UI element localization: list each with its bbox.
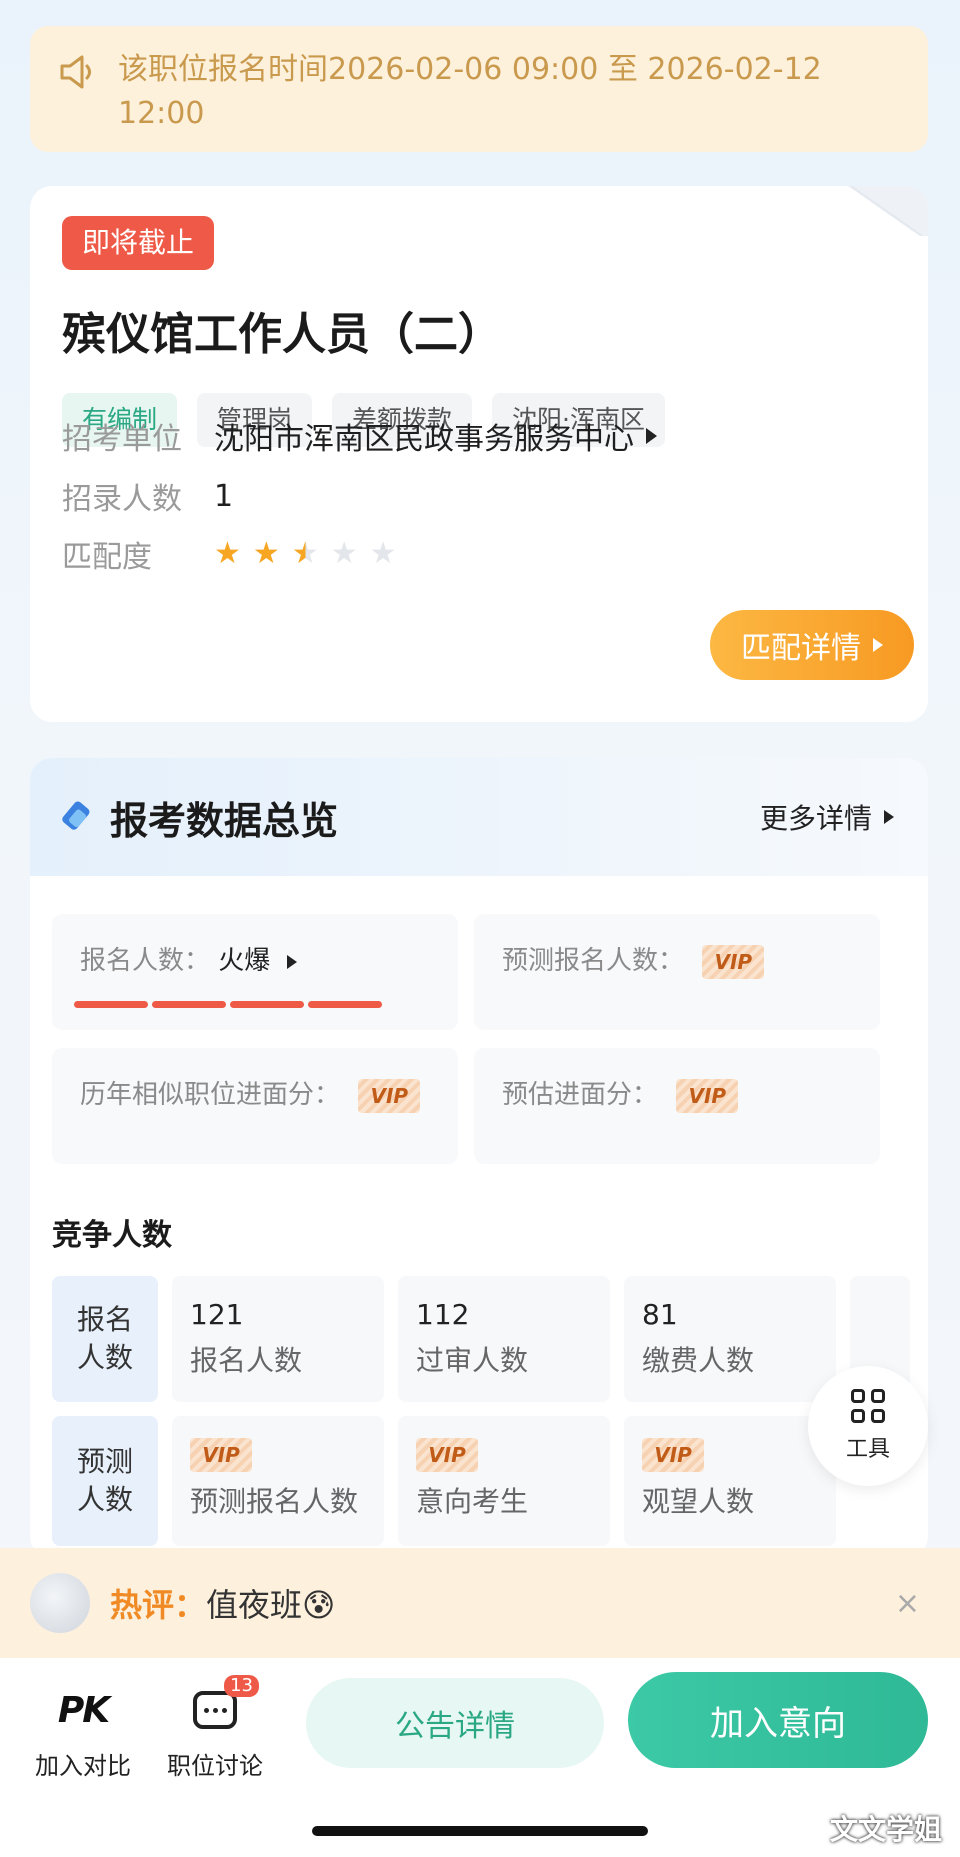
signup-value: 火爆 xyxy=(218,946,271,976)
announcement-details-button[interactable]: 公告详情 xyxy=(306,1678,604,1768)
vip-badge: VIP xyxy=(702,944,765,979)
star-icon: ★ xyxy=(369,536,397,571)
cell-caption: 观望人数 xyxy=(642,1485,755,1518)
vip-badge: VIP xyxy=(416,1438,478,1472)
overview-logo-icon xyxy=(62,801,90,830)
signup-label: 报名人数： xyxy=(80,946,211,976)
watermark: 文文学姐 xyxy=(829,1813,942,1846)
overview-header: 报考数据总览 更多详情 xyxy=(30,758,928,876)
close-icon[interactable]: × xyxy=(895,1586,920,1621)
hot-comment-label: 热评： xyxy=(110,1586,207,1624)
row-header-label: 预测人数 xyxy=(76,1445,133,1516)
more-details-link[interactable]: 更多详情 xyxy=(760,797,894,837)
estimated-score-box[interactable]: 预估进面分： VIP xyxy=(474,1048,880,1164)
add-intention-button[interactable]: 加入意向 xyxy=(628,1672,928,1768)
vip-badge: VIP xyxy=(676,1078,739,1113)
hot-indicator-bar xyxy=(74,1001,382,1008)
avatar xyxy=(30,1573,90,1633)
arrow-right-icon xyxy=(884,810,894,824)
cell-caption: 报名人数 xyxy=(190,1344,303,1377)
pk-icon: PK xyxy=(57,1689,110,1731)
match-row: 匹配度 ★ ★ ★ ★ ★ xyxy=(62,532,397,576)
status-badge: 即将截止 xyxy=(62,216,215,270)
card-fold xyxy=(844,186,928,236)
job-discussion-label: 职位讨论 xyxy=(167,1752,263,1780)
competition-cell: VIP 预测报名人数 xyxy=(172,1416,384,1546)
add-compare-label: 加入对比 xyxy=(35,1752,131,1780)
count-label: 招录人数 xyxy=(62,482,182,517)
competition-cell: VIP 意向考生 xyxy=(398,1416,610,1546)
estimated-score-label: 预估进面分： xyxy=(502,1080,659,1110)
notice-bar: 该职位报名时间2026-02-06 09:00 至 2026-02-12 12:… xyxy=(30,26,928,152)
match-label: 匹配度 xyxy=(62,540,152,575)
arrow-right-icon xyxy=(646,428,657,444)
competition-title: 竞争人数 xyxy=(52,1218,172,1253)
vip-badge: VIP xyxy=(642,1438,704,1472)
star-icon: ★ xyxy=(330,536,358,571)
unit-row-content[interactable]: 招考单位 沈阳市浑南区民政事务服务中心 xyxy=(62,414,657,458)
home-indicator xyxy=(312,1826,648,1836)
cell-caption: 缴费人数 xyxy=(642,1344,755,1377)
star-icon: ★ xyxy=(291,536,319,571)
competition-cell: 81 缴费人数 xyxy=(624,1276,836,1402)
competition-cell: 112 过审人数 xyxy=(398,1276,610,1402)
overview-title: 报考数据总览 xyxy=(110,798,339,843)
chat-bubble-icon: 13 xyxy=(193,1675,259,1729)
cell-value: 81 xyxy=(642,1298,678,1331)
job-card: 即将截止 殡仪馆工作人员（二） 有编制 管理岗 差额拨款 沈阳·浑南区 招考单位… xyxy=(30,186,928,722)
bottom-action-bar: PK 加入对比 13 职位讨论 公告详情 加入意向 文文学姐 xyxy=(0,1658,960,1857)
match-stars: ★ ★ ★ ★ ★ xyxy=(214,539,397,569)
competition-row-header: 报名人数 xyxy=(52,1276,158,1402)
discussion-count-badge: 13 xyxy=(224,1675,259,1697)
competition-cell: VIP 观望人数 xyxy=(624,1416,836,1546)
tools-label: 工具 xyxy=(845,1437,890,1462)
match-details-button[interactable]: 匹配详情 xyxy=(710,610,914,680)
job-discussion-button[interactable]: 13 职位讨论 xyxy=(160,1675,270,1781)
data-overview: 报考数据总览 更多详情 报名人数： 火爆 预测报名人数： VIP 历年相似职位进… xyxy=(30,758,928,1558)
unit-value[interactable]: 沈阳市浑南区民政事务服务中心 xyxy=(214,414,634,458)
signup-count-box[interactable]: 报名人数： 火爆 xyxy=(52,914,458,1030)
tools-button[interactable]: 工具 xyxy=(808,1366,928,1486)
grid-icon xyxy=(851,1389,885,1423)
cell-value: 112 xyxy=(416,1298,470,1331)
predicted-signup-label: 预测报名人数： xyxy=(502,946,685,976)
vip-badge: VIP xyxy=(358,1078,421,1113)
hot-comment-bar[interactable]: 热评： 值夜班😰 × xyxy=(0,1548,960,1658)
competition-cell: 121 报名人数 xyxy=(172,1276,384,1402)
cell-caption: 预测报名人数 xyxy=(190,1485,359,1518)
vip-badge: VIP xyxy=(190,1438,252,1472)
speaker-icon xyxy=(60,55,91,89)
row-header-label: 报名人数 xyxy=(76,1303,133,1374)
star-icon: ★ xyxy=(214,536,241,571)
arrow-right-icon xyxy=(286,954,297,969)
arrow-right-icon xyxy=(873,638,883,652)
star-icon: ★ xyxy=(252,536,280,571)
predicted-signup-box[interactable]: 预测报名人数： VIP xyxy=(474,914,880,1030)
count-row: 招录人数 1 xyxy=(62,474,233,518)
job-title: 殡仪馆工作人员（二） xyxy=(62,309,502,360)
more-details-label: 更多详情 xyxy=(759,802,872,835)
add-compare-button[interactable]: PK 加入对比 xyxy=(28,1680,138,1781)
match-button-label: 匹配详情 xyxy=(741,631,861,666)
history-score-label: 历年相似职位进面分： xyxy=(80,1080,341,1110)
history-score-box[interactable]: 历年相似职位进面分： VIP xyxy=(52,1048,458,1164)
unit-label: 招考单位 xyxy=(62,422,182,457)
count-value: 1 xyxy=(214,478,234,514)
hot-comment-content: 值夜班😰 xyxy=(206,1586,336,1624)
competition-row-header: 预测人数 xyxy=(52,1416,158,1546)
cell-caption: 过审人数 xyxy=(416,1344,529,1377)
cell-value: 121 xyxy=(190,1298,244,1331)
notice-text: 该职位报名时间2026-02-06 09:00 至 2026-02-12 12:… xyxy=(118,52,822,131)
cell-caption: 意向考生 xyxy=(416,1485,529,1518)
